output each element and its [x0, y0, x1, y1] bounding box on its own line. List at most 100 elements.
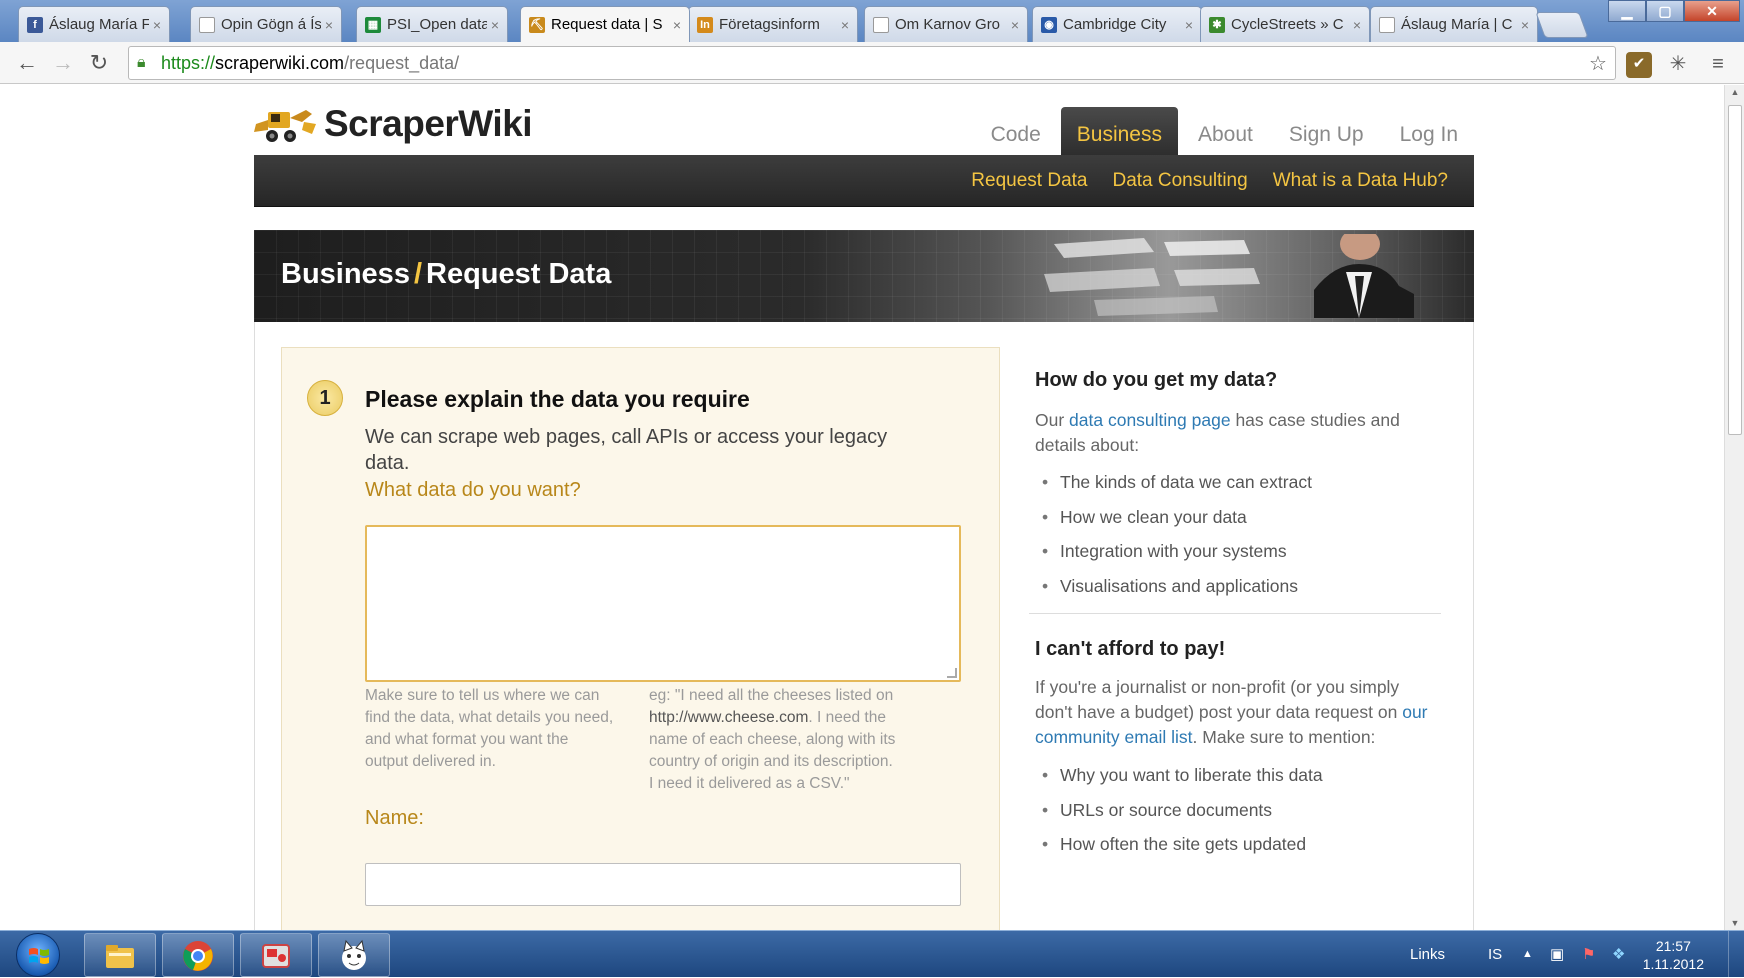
- sidebar-list-how: The kinds of data we can extractHow we c…: [1035, 470, 1435, 608]
- tab-close-icon[interactable]: ×: [673, 17, 681, 33]
- tab-title: Opin Gögn á Ísl: [221, 16, 321, 33]
- tab-close-icon[interactable]: ×: [1521, 17, 1529, 33]
- tab-close-icon[interactable]: ×: [1185, 17, 1193, 33]
- scroll-up-icon[interactable]: ▲: [1725, 87, 1744, 97]
- nav-code[interactable]: Code: [975, 107, 1057, 155]
- banner-section: Business: [281, 258, 410, 290]
- nav-log-in[interactable]: Log In: [1384, 107, 1474, 155]
- list-item: URLs or source documents: [1035, 798, 1435, 833]
- media-app-icon[interactable]: [240, 933, 312, 977]
- explorer-icon[interactable]: [84, 933, 156, 977]
- close-window-button[interactable]: ✕: [1684, 0, 1740, 22]
- hint-left: Make sure to tell us where we can find t…: [365, 687, 614, 770]
- sidebar-how-prefix: Our: [1035, 410, 1070, 430]
- data-request-textarea[interactable]: [365, 525, 961, 682]
- tab-title: Om Karnov Gro: [895, 16, 1001, 33]
- menu-icon[interactable]: ≡: [1706, 52, 1730, 76]
- tab-7[interactable]: ✱ CycleStreets » C ×: [1200, 6, 1370, 42]
- request-form-card: 1 Please explain the data you require We…: [281, 347, 1000, 930]
- back-icon[interactable]: ←: [14, 50, 40, 76]
- browser-toolbar: ← → ↻ 🔒︎ https://scraperwiki.com/request_…: [0, 42, 1744, 84]
- nav-business[interactable]: Business: [1060, 107, 1178, 155]
- banner-separator: /: [413, 258, 423, 290]
- subnav-item[interactable]: Request Data: [971, 170, 1087, 192]
- tab-8[interactable]: Áslaug María | C ×: [1370, 6, 1538, 42]
- media-app-logo-icon: [262, 944, 290, 968]
- tab-close-icon[interactable]: ×: [153, 17, 161, 33]
- name-field-label: Name:: [365, 807, 424, 829]
- tray-network-icon[interactable]: ▣: [1550, 931, 1564, 978]
- banner-photo: [1044, 234, 1414, 318]
- tab-close-icon[interactable]: ×: [325, 17, 333, 33]
- tab-title: PSI_Open data i: [387, 16, 487, 33]
- tab-1[interactable]: Opin Gögn á Ísl ×: [190, 6, 342, 42]
- tab-close-icon[interactable]: ×: [1353, 17, 1361, 33]
- links-toolbar-label[interactable]: Links: [1410, 931, 1445, 978]
- clock[interactable]: 21:57 1.11.2012: [1643, 937, 1704, 973]
- chrome-logo-icon: [183, 941, 213, 971]
- language-indicator[interactable]: IS: [1488, 931, 1502, 978]
- extension-bug-icon[interactable]: ✳: [1666, 52, 1690, 76]
- tab-3[interactable]: ⛏ Request data | S ×: [520, 6, 690, 42]
- list-item: Why you want to liberate this data: [1035, 763, 1435, 798]
- data-field-label: What data do you want?: [365, 479, 581, 501]
- step-number-badge: 1: [307, 380, 343, 416]
- tray-expand-icon[interactable]: ▲: [1522, 931, 1533, 978]
- data-consulting-link[interactable]: data consulting page: [1069, 410, 1231, 430]
- tab-4[interactable]: In Företagsinform ×: [688, 6, 858, 42]
- forward-icon[interactable]: →: [50, 50, 76, 76]
- tab-title: Företagsinform: [719, 16, 820, 33]
- cyclestreets-icon: ✱: [1209, 16, 1225, 33]
- sidebar-heading-how: How do you get my data?: [1035, 369, 1278, 391]
- lock-icon: 🔒︎: [137, 54, 146, 71]
- show-desktop-button[interactable]: [1728, 931, 1744, 978]
- hint-example-url: http://www.cheese.com: [649, 709, 809, 726]
- new-tab-button[interactable]: [1535, 12, 1589, 38]
- url-scheme: https://: [161, 53, 216, 73]
- tab-close-icon[interactable]: ×: [491, 17, 499, 33]
- sidebar-paragraph-how: Our data consulting page has case studie…: [1035, 408, 1435, 458]
- scroll-down-icon[interactable]: ▼: [1725, 918, 1744, 928]
- maximize-button[interactable]: ▢: [1646, 0, 1684, 22]
- scrollbar-thumb[interactable]: [1728, 105, 1742, 435]
- name-input[interactable]: [365, 863, 961, 906]
- nav-about[interactable]: About: [1182, 107, 1269, 155]
- tab-6[interactable]: ◉ Cambridge City ×: [1032, 6, 1202, 42]
- extension-icon[interactable]: ✔: [1626, 52, 1652, 78]
- tab-close-icon[interactable]: ×: [841, 17, 849, 33]
- minimize-button[interactable]: ▁: [1608, 0, 1646, 22]
- subnav-item[interactable]: Data Consulting: [1112, 170, 1247, 192]
- tab-title: Cambridge City: [1063, 16, 1167, 33]
- tab-5[interactable]: Om Karnov Gro ×: [864, 6, 1028, 42]
- chrome-icon[interactable]: [162, 933, 234, 977]
- sidebar-pay-suffix: . Make sure to mention:: [1192, 727, 1376, 747]
- bookmark-star-icon[interactable]: ☆: [1586, 52, 1610, 76]
- step-description: We can scrape web pages, call APIs or ac…: [365, 426, 888, 474]
- start-button[interactable]: [16, 933, 60, 977]
- page-icon: [873, 16, 889, 33]
- resize-grip-icon[interactable]: [947, 668, 957, 678]
- taskbar: Links IS ▲ ▣ ⚑ ❖ 21:57 1.11.2012: [0, 930, 1744, 978]
- sidebar-list-pay: Why you want to liberate this dataURLs o…: [1035, 763, 1435, 867]
- sub-nav: Request Data Data Consulting What is a Dat…: [254, 155, 1474, 207]
- windows-logo-icon: [29, 948, 49, 964]
- tab-0[interactable]: f Áslaug María Fr ×: [18, 6, 170, 42]
- clock-date: 1.11.2012: [1642, 956, 1704, 972]
- sidebar-heading-pay: I can't afford to pay!: [1035, 638, 1226, 660]
- site-logo[interactable]: ScraperWiki: [254, 103, 533, 145]
- main-nav: Code Business About Sign Up Log In: [971, 107, 1474, 155]
- tray-flag-icon[interactable]: ⚑: [1582, 931, 1595, 978]
- subnav-item[interactable]: What is a Data Hub?: [1273, 170, 1448, 192]
- tray-dropbox-icon[interactable]: ❖: [1612, 931, 1625, 978]
- address-bar[interactable]: 🔒︎ https://scraperwiki.com/request_data/: [128, 46, 1616, 80]
- cat-app-icon[interactable]: [318, 933, 390, 977]
- globe-icon: ◉: [1041, 16, 1057, 33]
- clock-time: 21:57: [1655, 938, 1691, 954]
- page-viewport: ScraperWiki Code Business About Sign Up Log …: [0, 85, 1724, 930]
- vertical-scrollbar[interactable]: ▲ ▼: [1724, 85, 1744, 930]
- tab-2[interactable]: ▦ PSI_Open data i ×: [356, 6, 508, 42]
- tab-close-icon[interactable]: ×: [1011, 17, 1019, 33]
- tab-title: Áslaug María | C: [1401, 16, 1513, 33]
- nav-sign-up[interactable]: Sign Up: [1273, 107, 1380, 155]
- reload-icon[interactable]: ↻: [86, 50, 112, 76]
